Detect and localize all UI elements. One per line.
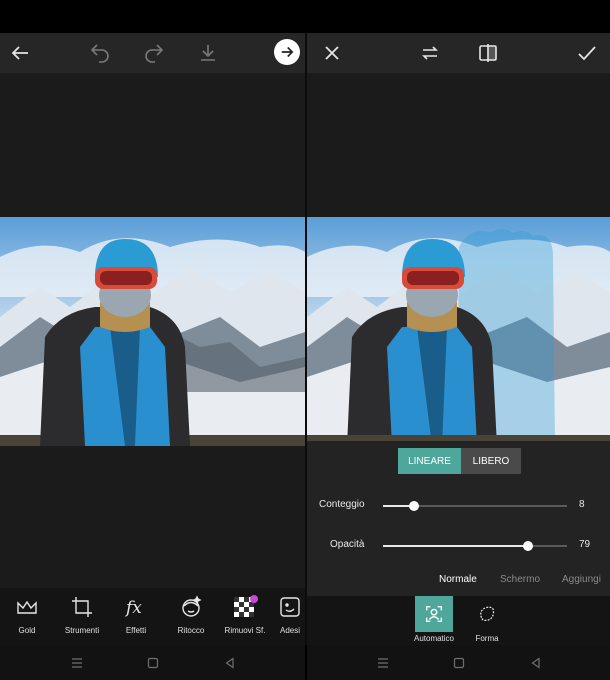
home-square-icon[interactable]: [449, 653, 469, 673]
slider-track[interactable]: [383, 501, 567, 511]
system-nav-bar-left: [0, 645, 305, 680]
slider-track[interactable]: [383, 541, 567, 551]
slider-thumb[interactable]: [409, 501, 420, 511]
tool-effetti[interactable]: fx Effetti: [109, 594, 163, 635]
crop-icon: [72, 597, 92, 617]
check-icon[interactable]: [575, 41, 599, 65]
tool-adesivi[interactable]: Adesi: [270, 594, 305, 635]
right-topbar: [307, 33, 610, 73]
photo-original: [0, 217, 305, 446]
crown-icon: [17, 600, 37, 614]
fx-icon: fx: [124, 598, 142, 618]
slider-opacita: Opacità 79: [307, 536, 610, 556]
tool-bar: Gold Strumenti fx Effetti Ritocco Rimuov…: [0, 588, 305, 645]
menu-icon[interactable]: [373, 653, 393, 673]
swap-icon[interactable]: [418, 41, 442, 65]
compare-icon[interactable]: [476, 41, 500, 65]
menu-icon[interactable]: [67, 653, 87, 673]
status-bar: [0, 0, 610, 33]
tool-label: Strumenti: [64, 626, 100, 635]
checker-icon: [234, 595, 258, 617]
tool-label: Ritocco: [177, 626, 205, 635]
sticker-icon: [280, 597, 300, 617]
blend-mode-list: Normale Schermo Aggiungi: [307, 574, 610, 590]
slider-label: Conteggio: [319, 499, 365, 510]
system-nav-bar-right: [307, 645, 610, 680]
redo-icon[interactable]: [142, 41, 166, 65]
mode-tool-automatico[interactable]: Automatico: [409, 596, 459, 645]
slider-thumb[interactable]: [523, 541, 534, 551]
segment-lineare[interactable]: LINEARE: [398, 448, 461, 474]
person-icon: [415, 596, 453, 632]
tool-label: Gold: [18, 626, 36, 635]
tool-ritocco[interactable]: Ritocco: [164, 594, 218, 635]
tool-label: Rimuovi Sf.: [224, 626, 266, 635]
home-square-icon[interactable]: [143, 653, 163, 673]
motion-settings-panel: LINEARE LIBERO Conteggio 8 Opacità 79 No…: [307, 441, 610, 596]
back-triangle-icon[interactable]: [526, 653, 546, 673]
left-editor-panel: Gold Strumenti fx Effetti Ritocco Rimuov…: [0, 33, 305, 645]
back-arrow-icon[interactable]: [8, 41, 32, 65]
right-editor-panel: LINEARE LIBERO Conteggio 8 Opacità 79 No…: [307, 33, 610, 645]
undo-icon[interactable]: [88, 41, 112, 65]
lasso-icon: [468, 596, 506, 632]
back-triangle-icon[interactable]: [220, 653, 240, 673]
close-icon[interactable]: [320, 41, 344, 65]
face-icon: [182, 595, 202, 617]
tool-gold[interactable]: Gold: [0, 594, 54, 635]
download-icon[interactable]: [196, 41, 220, 65]
tool-label: Adesi: [279, 626, 300, 635]
slider-fill: [383, 545, 529, 547]
mode-tool-label: Forma: [475, 634, 499, 643]
slider-value: 79: [579, 539, 591, 550]
segment-libero[interactable]: LIBERO: [461, 448, 521, 474]
next-arrow-icon[interactable]: [274, 39, 300, 65]
tool-rimuovi-sfondo[interactable]: Rimuovi Sf.: [218, 594, 272, 635]
left-topbar: [0, 33, 305, 73]
mode-tool-bar: Automatico Forma: [307, 596, 610, 645]
photo-motion-effect: [307, 217, 610, 446]
slider-value: 8: [579, 499, 585, 510]
blend-mode-normale[interactable]: Normale: [439, 574, 477, 585]
blend-mode-aggiungi[interactable]: Aggiungi: [562, 574, 601, 585]
tool-strumenti[interactable]: Strumenti: [55, 594, 109, 635]
mode-tool-label: Automatico: [413, 634, 455, 643]
blend-mode-schermo[interactable]: Schermo: [500, 574, 540, 585]
tool-label: Effetti: [125, 626, 147, 635]
slider-conteggio: Conteggio 8: [307, 496, 610, 516]
slider-label: Opacità: [330, 539, 365, 550]
mode-tool-forma[interactable]: Forma: [462, 596, 512, 645]
svg-text:fx: fx: [124, 598, 142, 618]
